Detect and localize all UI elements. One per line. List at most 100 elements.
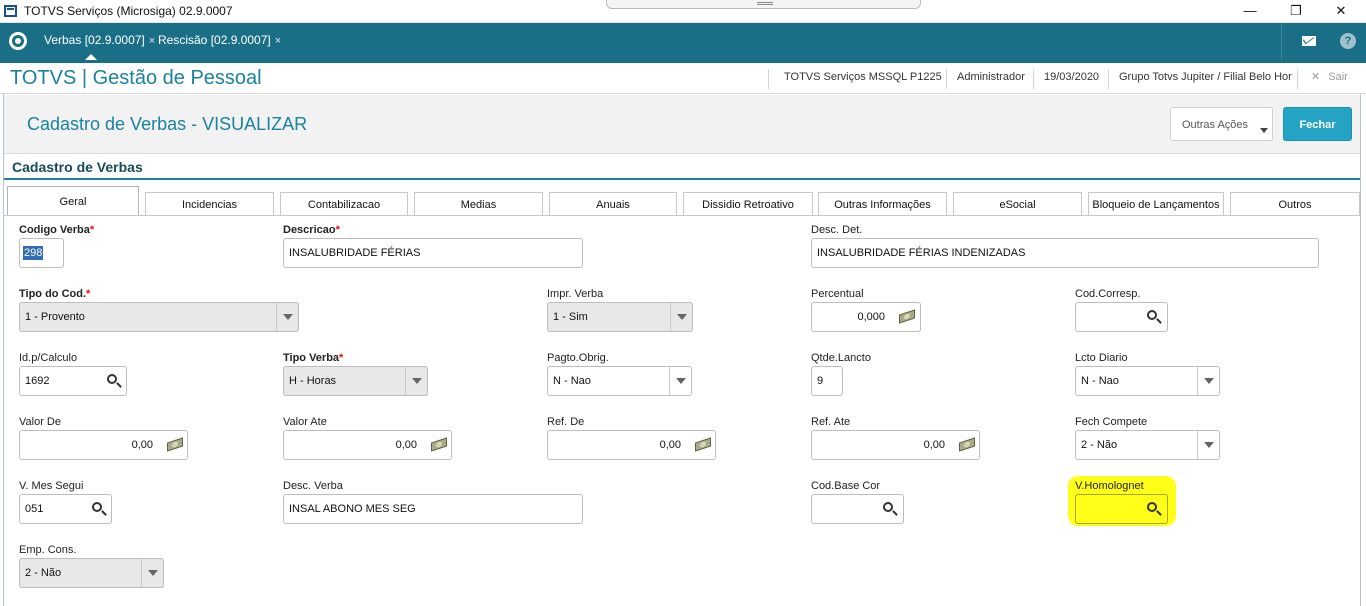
restore-button[interactable]: ❐ — [1273, 0, 1319, 23]
search-icon[interactable] — [1147, 502, 1157, 512]
divider — [946, 69, 947, 89]
percentual-label: Percentual — [811, 288, 864, 300]
tab-rescisao-close-icon[interactable]: × — [275, 35, 281, 47]
descricao-value: INSALUBRIDADE FÉRIAS — [289, 247, 421, 259]
required-mark: * — [86, 288, 91, 300]
percentual-value: 0,000 — [857, 311, 885, 323]
search-icon[interactable] — [107, 374, 117, 384]
mail-icon[interactable] — [1302, 36, 1316, 46]
qtde-lancto-field[interactable]: 9 — [811, 366, 843, 396]
tab-esocial[interactable]: eSocial — [953, 192, 1082, 216]
id-calculo-label: Id.p/Calculo — [19, 352, 78, 364]
drag-handle[interactable] — [606, 0, 921, 9]
divider — [1281, 23, 1282, 60]
page-header: Cadastro de Verbas - VISUALIZAR Outras A… — [4, 95, 1360, 154]
tab-contabilizacao[interactable]: Contabilizacao — [280, 192, 408, 216]
lcto-diario-select[interactable]: N - Nao — [1075, 366, 1220, 396]
search-icon[interactable] — [92, 502, 102, 512]
tab-incidencias[interactable]: Incidencias — [145, 192, 274, 216]
v-mes-segui-field[interactable]: 051 — [19, 494, 112, 524]
tipo-cod-value: 1 - Provento — [25, 311, 85, 323]
exit-label: Sair — [1328, 71, 1348, 83]
branch-info: Grupo Totvs Jupiter / Filial Belo Hor — [1119, 71, 1292, 83]
divider — [1108, 69, 1109, 89]
required-mark: * — [339, 352, 344, 364]
fech-compete-value: 2 - Não — [1081, 439, 1118, 451]
money-icon[interactable] — [431, 437, 447, 452]
tab-outros[interactable]: Outros — [1230, 192, 1360, 216]
divider — [1297, 69, 1298, 89]
help-icon[interactable]: ? — [1340, 33, 1356, 49]
valor-ate-field[interactable]: 0,00 — [283, 430, 452, 460]
impr-verba-select[interactable]: 1 - Sim — [547, 302, 693, 332]
chevron-down-icon — [405, 367, 427, 395]
module-header: TOTVS | Gestão de Pessoal TOTVS Serviços… — [0, 60, 1366, 94]
window-close-button[interactable]: ✕ — [1318, 0, 1364, 23]
ref-ate-value: 0,00 — [923, 439, 945, 451]
codigo-verba-label: Codigo Verba* — [19, 224, 95, 236]
descricao-field[interactable]: INSALUBRIDADE FÉRIAS — [283, 238, 583, 268]
tab-medias[interactable]: Medias — [414, 192, 543, 216]
descricao-label: Descricao* — [283, 224, 340, 236]
tab-rescisao[interactable]: Rescisão [02.9.0007] × — [154, 23, 285, 60]
cod-base-cor-label: Cod.Base Cor — [811, 480, 881, 492]
tab-divider — [4, 215, 1360, 216]
ref-de-field[interactable]: 0,00 — [547, 430, 716, 460]
chevron-down-icon — [1197, 367, 1219, 395]
ref-de-label: Ref. De — [547, 416, 585, 428]
percentual-field[interactable]: 0,000 — [811, 302, 921, 332]
cod-corresp-field[interactable] — [1075, 302, 1168, 332]
window-title: TOTVS Serviços (Microsiga) 02.9.0007 — [24, 4, 233, 18]
cod-corresp-label: Cod.Corresp. — [1075, 288, 1141, 300]
qtde-lancto-value: 9 — [817, 375, 824, 387]
codigo-verba-field[interactable]: 298 — [19, 238, 64, 268]
fech-compete-select[interactable]: 2 - Não — [1075, 430, 1220, 460]
valor-de-field[interactable]: 0,00 — [19, 430, 188, 460]
minimize-button[interactable]: — — [1227, 0, 1273, 23]
tab-geral[interactable]: Geral — [7, 186, 139, 216]
tab-outras-informacoes[interactable]: Outras Informações — [818, 192, 947, 216]
ref-de-value: 0,00 — [659, 439, 681, 451]
pagto-obrig-select[interactable]: N - Nao — [547, 366, 692, 396]
pagto-obrig-label: Pagto.Obrig. — [547, 352, 609, 364]
tab-verbas[interactable]: Verbas [02.9.0007] × — [40, 23, 159, 60]
money-icon[interactable] — [695, 437, 711, 452]
chevron-down-icon — [1197, 431, 1219, 459]
impr-verba-value: 1 - Sim — [553, 311, 588, 323]
section-divider — [4, 178, 1360, 180]
tab-anuais[interactable]: Anuais — [549, 192, 677, 216]
money-icon[interactable] — [959, 437, 975, 452]
v-mes-segui-value: 051 — [25, 503, 44, 515]
valor-de-label: Valor De — [19, 416, 61, 428]
desc-det-value: INSALUBRIDADE FÉRIAS INDENIZADAS — [817, 247, 1026, 259]
tab-bloqueio-lancamentos[interactable]: Bloqueio de Lançamentos — [1088, 192, 1224, 216]
desc-det-field[interactable]: INSALUBRIDADE FÉRIAS INDENIZADAS — [811, 238, 1319, 268]
lcto-diario-label: Lcto Diario — [1075, 352, 1128, 364]
ref-ate-field[interactable]: 0,00 — [811, 430, 980, 460]
divider — [768, 69, 769, 89]
money-icon[interactable] — [167, 437, 183, 452]
search-icon[interactable] — [1147, 310, 1157, 320]
money-icon[interactable] — [899, 309, 915, 324]
search-icon[interactable] — [883, 502, 893, 512]
other-actions-button[interactable]: Outras Ações — [1170, 107, 1273, 141]
emp-cons-label: Emp. Cons. — [19, 544, 77, 556]
v-homolognet-label: V.Homolognet — [1075, 480, 1144, 492]
exit-button[interactable]: ✕ Sair — [1311, 70, 1348, 83]
desc-verba-field[interactable]: INSAL ABONO MES SEG — [283, 494, 583, 524]
emp-cons-select[interactable]: 2 - Não — [19, 558, 164, 588]
server-info: TOTVS Serviços MSSQL P1225 — [784, 71, 942, 83]
chevron-down-icon — [1260, 128, 1268, 133]
totvs-logo-icon[interactable] — [9, 32, 27, 50]
fech-compete-label: Fech Compete — [1075, 416, 1148, 428]
v-homolognet-field[interactable] — [1075, 494, 1168, 524]
impr-verba-label: Impr. Verba — [547, 288, 604, 300]
tipo-verba-select[interactable]: H - Horas — [283, 366, 428, 396]
desc-det-label: Desc. Det. — [811, 224, 863, 236]
tipo-cod-select[interactable]: 1 - Provento — [19, 302, 299, 332]
cod-base-cor-field[interactable] — [811, 494, 904, 524]
close-button[interactable]: Fechar — [1283, 107, 1352, 141]
tab-dissidio-retroativo[interactable]: Dissidio Retroativo — [683, 192, 813, 216]
id-calculo-field[interactable]: 1692 — [19, 366, 127, 396]
required-mark: * — [89, 224, 95, 236]
